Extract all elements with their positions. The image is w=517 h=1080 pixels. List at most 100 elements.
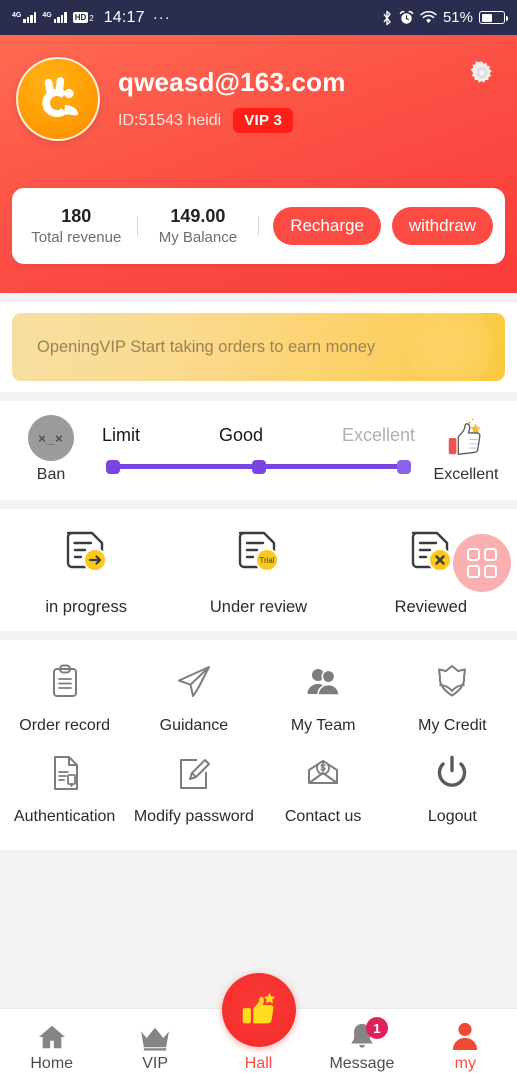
menu-item-order-record[interactable]: Order record — [0, 656, 129, 747]
vip-banner[interactable]: OpeningVIP Start taking orders to earn m… — [12, 313, 505, 381]
slider-track[interactable] — [90, 459, 427, 475]
tab-hall[interactable]: Hall — [207, 973, 310, 1080]
tab-home[interactable]: Home — [0, 1009, 103, 1080]
tab-label: Hall — [244, 1055, 273, 1072]
menu-item-label: Modify password — [133, 808, 254, 825]
order-status-label: Under review — [209, 598, 308, 616]
pencil-square-icon — [179, 759, 210, 789]
menu-item-authentication[interactable]: Authentication — [0, 747, 129, 838]
menu-item-label: Logout — [427, 808, 477, 825]
battery-percent-label: 51% — [442, 9, 473, 26]
menu-item-label: My Team — [290, 717, 356, 734]
balance-card: 180 Total revenue 149.00 My Balance Rech… — [12, 188, 505, 264]
hall-fab-button[interactable] — [221, 973, 296, 1047]
menu-item-my-credit[interactable]: My Credit — [388, 656, 517, 747]
tab-vip[interactable]: VIP — [103, 1009, 206, 1080]
battery-icon — [479, 11, 508, 24]
withdraw-button[interactable]: withdraw — [391, 207, 493, 245]
status-bar-overflow-icon: ··· — [152, 9, 171, 26]
tab-label: Message — [329, 1055, 395, 1072]
network-type-2-label: 4G — [42, 12, 52, 19]
grid-menu-button[interactable] — [453, 534, 511, 592]
credit-excellent-label: Excellent — [433, 466, 499, 483]
doc-x-icon — [411, 531, 452, 572]
home-icon — [37, 1021, 67, 1051]
message-badge: 1 — [365, 1017, 388, 1039]
total-revenue-value: 180 — [61, 205, 92, 226]
bluetooth-icon — [383, 10, 391, 25]
order-status-label: Reviewed — [394, 598, 468, 616]
my-balance-label: My Balance — [158, 228, 238, 246]
credit-tick-good: Good — [218, 424, 263, 445]
wifi-icon — [420, 10, 437, 23]
menu-item-modify-password[interactable]: Modify password — [129, 747, 258, 838]
order-status-under-review[interactable]: Trial Under review — [172, 527, 344, 617]
credit-ban-label: Ban — [36, 466, 66, 483]
paper-plane-icon — [177, 666, 210, 697]
total-revenue-stat[interactable]: 180 Total revenue — [16, 205, 137, 248]
vip-badge[interactable]: VIP 3 — [233, 108, 294, 133]
alarm-icon — [399, 10, 414, 24]
tab-message[interactable]: 1 Message — [310, 1009, 413, 1080]
hd-voice-icon: HD 2 — [72, 12, 94, 23]
thumbs-up-star-icon — [448, 418, 481, 455]
profile-block: qweasd@163.com ID:51543 heidi VIP 3 — [16, 53, 501, 141]
order-status-section: in progress Trial Under review Reviewed — [0, 509, 517, 631]
doc-trial-icon: Trial — [239, 531, 280, 572]
gear-icon — [470, 61, 492, 83]
slider-knob-good[interactable] — [251, 459, 266, 474]
credit-tick-excellent: Excellent — [341, 424, 415, 445]
banner-decoration — [407, 313, 493, 381]
menu-item-logout[interactable]: Logout — [388, 747, 517, 838]
menu-item-guidance[interactable]: Guidance — [129, 656, 258, 747]
menu-item-label: Contact us — [284, 808, 362, 825]
menu-item-contact-us[interactable]: Contact us — [259, 747, 388, 838]
menu-row-2: Authentication Modify password Contact u… — [0, 747, 517, 838]
credit-slider[interactable]: Limit Good Excellent — [88, 425, 429, 475]
menu-row-1: Order record Guidance My Team My Credit — [0, 656, 517, 747]
order-status-in-progress[interactable]: in progress — [0, 527, 172, 617]
menu-item-label: Authentication — [13, 808, 116, 825]
section-gap — [0, 293, 517, 302]
hand-logo-icon — [42, 77, 79, 117]
vip-banner-section: OpeningVIP Start taking orders to earn m… — [0, 302, 517, 392]
svg-text:Trial: Trial — [260, 556, 275, 565]
recharge-button[interactable]: Recharge — [273, 207, 381, 245]
status-bar: 4G 4G HD 2 14:17 ··· 51% — [0, 0, 517, 35]
my-balance-stat[interactable]: 149.00 My Balance — [138, 205, 259, 248]
profile-header: qweasd@163.com ID:51543 heidi VIP 3 180 … — [0, 35, 517, 293]
doc-arrow-icon — [66, 531, 108, 572]
slider-knob-excellent[interactable] — [397, 459, 411, 474]
bottom-tab-bar: Home VIP Hall 1 Message my — [0, 973, 517, 1080]
order-status-label: in progress — [45, 598, 127, 616]
section-gap — [0, 392, 517, 401]
tab-label: my — [454, 1055, 476, 1072]
power-icon — [438, 755, 467, 787]
credit-rating-section: ×_× Ban Limit Good Excellent Excellent — [0, 401, 517, 500]
users-icon — [307, 669, 340, 696]
dizzy-face-icon: ×_× — [28, 415, 74, 461]
tab-my[interactable]: my — [414, 1009, 517, 1080]
hd-sim-index: 2 — [89, 14, 94, 23]
clipboard-icon — [52, 664, 77, 697]
crown-icon — [139, 1021, 171, 1051]
credit-ban-item: ×_× Ban — [14, 415, 88, 484]
grid-icon — [467, 548, 497, 578]
vip-banner-text: OpeningVIP Start taking orders to earn m… — [37, 337, 376, 356]
signal-1-icon: 4G — [12, 12, 37, 23]
section-gap — [0, 500, 517, 509]
signal-2-icon: 4G — [42, 12, 67, 23]
section-gap — [0, 631, 517, 640]
total-revenue-label: Total revenue — [31, 228, 122, 246]
slider-knob-limit[interactable] — [106, 459, 120, 474]
menu-item-my-team[interactable]: My Team — [259, 656, 388, 747]
settings-button[interactable] — [467, 59, 497, 94]
menu-item-label: Guidance — [159, 717, 229, 734]
tab-label: VIP — [142, 1055, 168, 1072]
user-id-label: ID:51543 heidi — [118, 111, 222, 129]
avatar[interactable] — [16, 57, 100, 141]
username-label: qweasd@163.com — [118, 67, 346, 97]
envelope-dollar-icon — [308, 760, 339, 784]
my-balance-value: 149.00 — [170, 205, 226, 226]
credit-tick-limit: Limit — [102, 424, 141, 445]
